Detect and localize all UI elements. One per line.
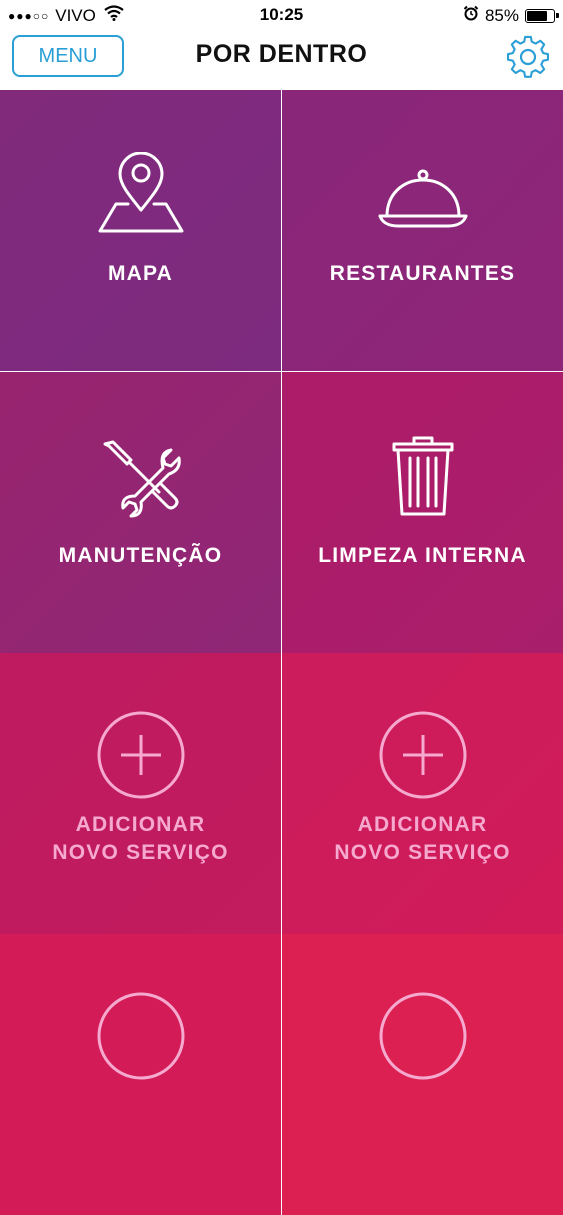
cloche-icon — [282, 168, 563, 234]
plus-circle-icon — [0, 711, 281, 799]
tile-label-line1: ADICIONAR — [357, 813, 488, 836]
tile-add-service[interactable]: ADICIONAR NOVO SERVIÇO — [0, 653, 281, 934]
tile-label-line2: NOVO SERVIÇO — [52, 841, 229, 864]
tile-internal-cleaning[interactable]: LIMPEZA INTERNA — [282, 372, 563, 653]
tile-label: LIMPEZA INTERNA — [318, 544, 527, 567]
tile-label: MANUTENÇÃO — [58, 544, 223, 567]
tile-label-line2: NOVO SERVIÇO — [334, 841, 511, 864]
status-right: 85% — [463, 5, 559, 26]
plus-circle-icon — [0, 992, 281, 1080]
services-grid: MAPA RESTAURANTES MANUTENÇÃO LIMPEZA INT… — [0, 90, 563, 1215]
tile-label-line1: ADICIONAR — [75, 813, 206, 836]
battery-icon — [525, 8, 559, 23]
tile-label: RESTAURANTES — [329, 262, 516, 285]
tile-partial[interactable] — [0, 934, 281, 1215]
tile-maintenance[interactable]: MANUTENÇÃO — [0, 372, 281, 653]
plus-circle-icon — [282, 711, 563, 799]
tile-label: MAPA — [107, 262, 174, 285]
trash-icon — [282, 436, 563, 516]
map-pin-icon — [0, 152, 281, 236]
tile-map[interactable]: MAPA — [0, 90, 281, 371]
tools-icon — [0, 440, 281, 520]
gear-icon — [506, 35, 549, 78]
tile-label: ADICIONAR NOVO SERVIÇO — [282, 811, 563, 867]
alarm-icon — [463, 5, 479, 26]
page-title: POR DENTRO — [195, 40, 368, 68]
tile-label: ADICIONAR NOVO SERVIÇO — [0, 811, 281, 867]
settings-button[interactable] — [505, 34, 551, 80]
tile-partial[interactable] — [282, 934, 563, 1215]
plus-circle-icon — [282, 992, 563, 1080]
tile-restaurants[interactable]: RESTAURANTES — [282, 90, 563, 371]
status-bar: ●●●○○ VIVO 10:25 85% — [0, 0, 563, 32]
navigation-bar: MENU POR DENTRO — [0, 32, 563, 90]
battery-percent: 85% — [484, 5, 519, 25]
battery-fill — [527, 10, 548, 21]
tile-add-service[interactable]: ADICIONAR NOVO SERVIÇO — [282, 653, 563, 934]
